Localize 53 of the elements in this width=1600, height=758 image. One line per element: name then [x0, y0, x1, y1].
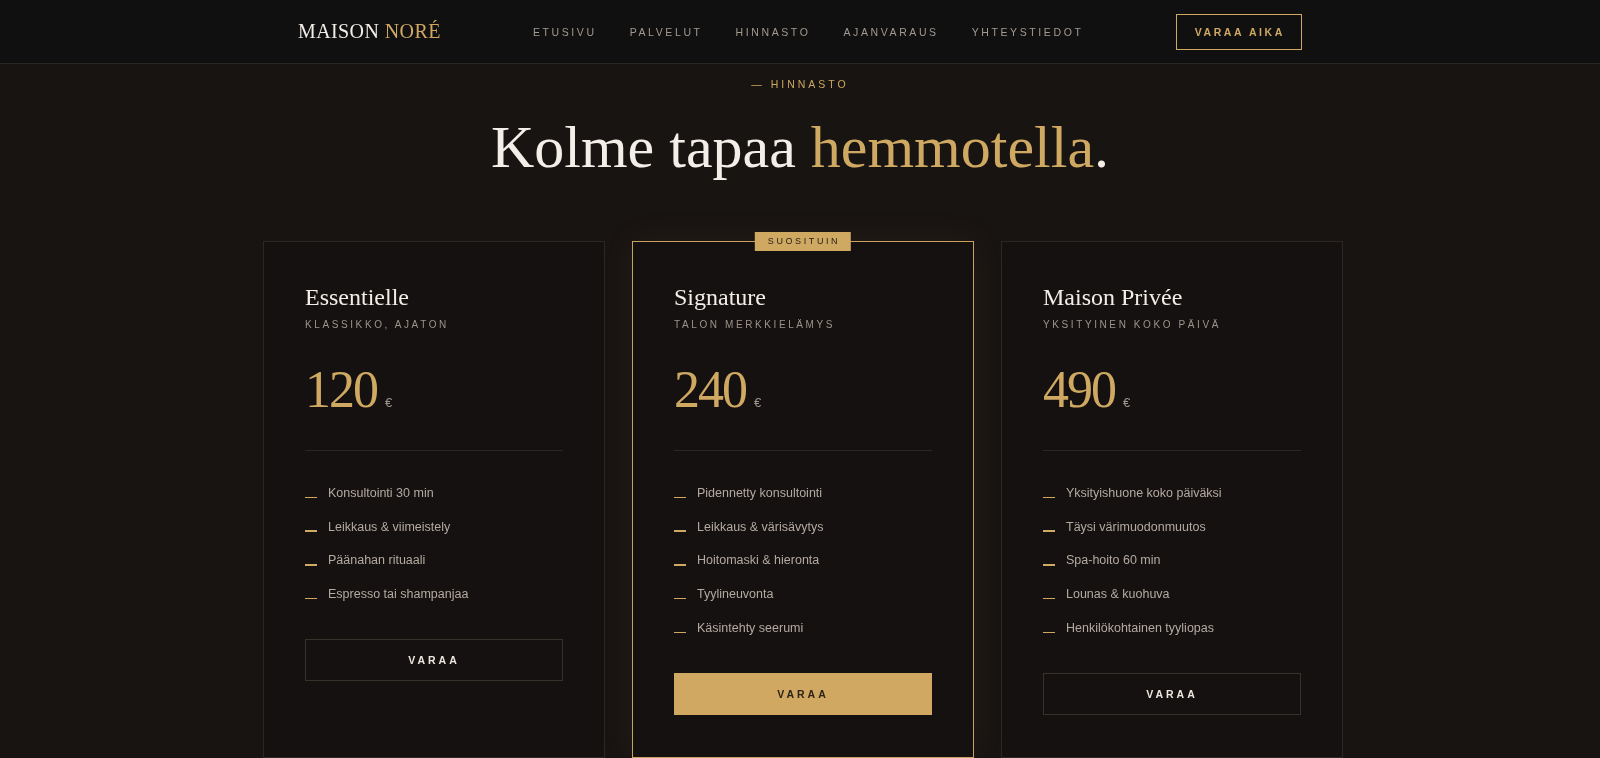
feature-text: Lounas & kuohuva [1066, 587, 1170, 602]
plan-tagline: TALON MERKKIELÄMYS [674, 318, 836, 332]
feature-text: Henkilökohtainen tyyliopas [1066, 620, 1214, 635]
plan-name: Maison Privée [1043, 283, 1183, 312]
dash-icon [1043, 496, 1055, 499]
dash-icon [674, 564, 686, 566]
nav-link[interactable]: PALVELUT [629, 25, 703, 38]
dash-icon [305, 597, 317, 600]
currency: € [385, 395, 393, 410]
dash-icon [305, 564, 317, 566]
plan-tagline: KLASSIKKO, AJATON [305, 318, 449, 332]
plan-name: Signature [674, 283, 766, 312]
nav-link[interactable]: YHTEYSTIEDOT [971, 25, 1084, 38]
feature-text: Päänahan rituaali [328, 553, 426, 568]
nav-link[interactable]: HINNASTO [735, 25, 811, 38]
section-heading: Kolme tapaa hemmotella. [490, 113, 1110, 182]
price: 120 [305, 364, 377, 416]
currency: € [754, 395, 762, 410]
feature-text: Yksityishuone koko päiväksi [1066, 486, 1222, 500]
feature-text: Tyylineuvonta [697, 587, 774, 602]
dash-icon [1043, 530, 1055, 532]
popular-badge: SUOSITUIN [754, 232, 852, 251]
dash-icon [1043, 597, 1055, 600]
currency: € [1123, 395, 1131, 410]
logo[interactable]: MAISON NORÉ [298, 20, 441, 43]
nav-link[interactable]: AJANVARAUS [843, 25, 939, 38]
dash-icon [674, 496, 686, 499]
dash-icon [674, 530, 686, 532]
plan-name: Essentielle [305, 283, 409, 312]
book-button[interactable]: VARAA [1043, 672, 1301, 715]
price: 240 [674, 364, 746, 416]
dash-icon [674, 597, 686, 600]
feature-text: Spa-hoito 60 min [1066, 553, 1161, 568]
feature-text: Leikkaus & värisävytys [697, 519, 824, 534]
feature-text: Espresso tai shampanjaa [328, 587, 469, 602]
dash-icon [674, 631, 686, 633]
feature-text: Käsintehty seerumi [697, 620, 804, 635]
dash-icon [305, 496, 317, 499]
plan-tagline: YKSITYINEN KOKO PÄIVÄ [1043, 318, 1221, 332]
feature-text: Konsultointi 30 min [328, 486, 434, 500]
dash-icon [1043, 631, 1055, 633]
dash-icon [1043, 564, 1055, 566]
nav-link[interactable]: ETUSIVU [532, 25, 597, 38]
section-label: — HINNASTO [751, 77, 849, 91]
price: 490 [1043, 364, 1115, 416]
feature-text: Täysi värimuodonmuutos [1066, 519, 1206, 534]
feature-text: Pidennetty konsultointi [697, 486, 823, 500]
feature-text: Hoitomaski & hieronta [697, 553, 820, 568]
book-appointment-button[interactable]: VARAA AIKA [1175, 13, 1302, 50]
book-button[interactable]: VARAA [674, 672, 932, 715]
dash-icon [305, 530, 317, 532]
book-button[interactable]: VARAA [305, 639, 563, 682]
feature-text: Leikkaus & viimeistely [328, 519, 451, 534]
